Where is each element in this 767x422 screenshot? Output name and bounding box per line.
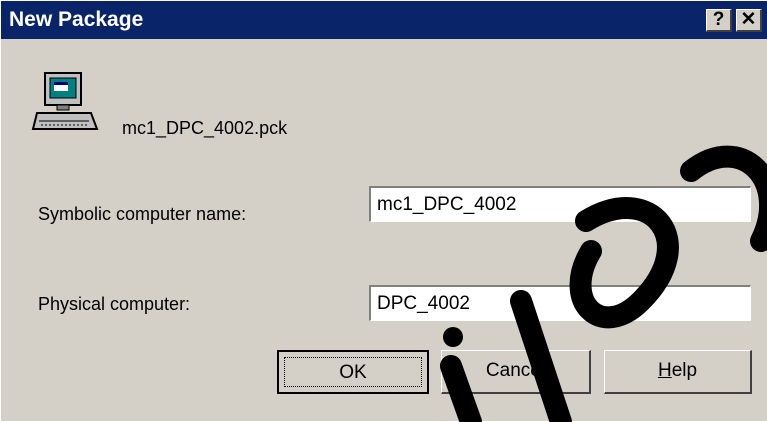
physical-computer-label: Physical computer: <box>38 294 191 314</box>
symbolic-name-input[interactable] <box>369 186 751 222</box>
close-icon: ✕ <box>740 9 757 30</box>
ok-button[interactable]: OK <box>277 350 429 394</box>
ok-label: OK <box>284 357 422 387</box>
symbolic-name-label: Symbolic computer name: <box>38 204 247 224</box>
title-bar[interactable]: New Package ? ✕ <box>1 1 767 39</box>
cancel-button[interactable]: Cancel <box>441 350 591 394</box>
context-help-button[interactable]: ? <box>706 9 732 32</box>
close-button[interactable]: ✕ <box>736 9 762 32</box>
physical-computer-input[interactable] <box>369 285 751 321</box>
dialog-title: New Package <box>9 8 144 31</box>
help-label: Help <box>657 360 698 381</box>
computer-icon <box>31 72 99 130</box>
new-package-dialog: New Package ? ✕ mc1_DPC_4002.pck Symboli… <box>0 0 767 422</box>
package-file-name: mc1_DPC_4002.pck <box>122 118 288 138</box>
help-button[interactable]: Help <box>604 350 752 394</box>
